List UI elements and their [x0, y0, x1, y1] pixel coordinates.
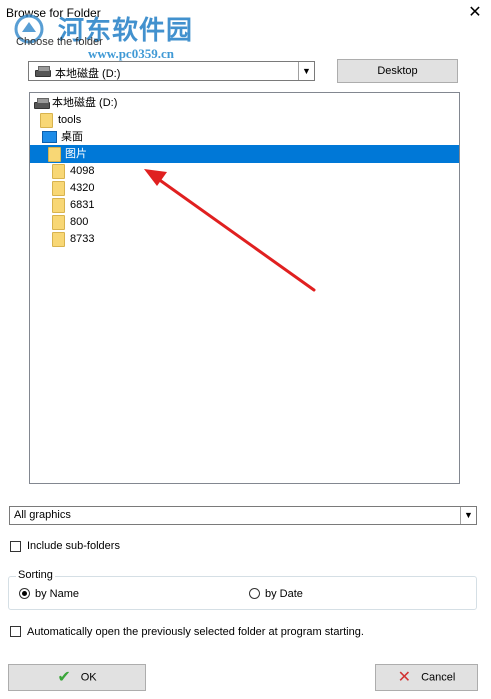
choose-folder-label: Choose the folder: [16, 36, 103, 48]
ok-button[interactable]: ✔ OK: [8, 664, 146, 691]
sort-by-name-label[interactable]: by Name: [35, 588, 79, 600]
tree-item-child[interactable]: 6831: [52, 197, 252, 214]
desktop-icon: [42, 131, 57, 143]
auto-open-label[interactable]: Automatically open the previously select…: [27, 626, 364, 638]
tree-item-tools[interactable]: tools: [40, 112, 340, 129]
drive-icon: [34, 98, 50, 109]
tree-item-child[interactable]: 4098: [52, 163, 252, 180]
folder-icon: [52, 215, 65, 230]
tree-item-label: 800: [70, 216, 89, 228]
close-button[interactable]: ✕: [462, 2, 488, 24]
sort-by-date-label[interactable]: by Date: [265, 588, 303, 600]
folder-icon: [48, 147, 61, 162]
tree-item-label: 图片: [65, 148, 87, 160]
watermark-url: www.pc0359.cn: [88, 46, 174, 61]
include-subfolders-checkbox[interactable]: [10, 541, 21, 552]
file-type-select[interactable]: All graphics ▼: [9, 506, 477, 525]
folder-icon: [52, 232, 65, 247]
sort-by-date-radio[interactable]: [249, 588, 260, 599]
desktop-button[interactable]: Desktop: [337, 59, 458, 83]
drive-select[interactable]: 本地磁盘 (D:) ▼: [28, 61, 315, 81]
tree-item-label: 4098: [70, 165, 95, 177]
x-icon: ✕: [397, 669, 412, 686]
folder-icon: [52, 198, 65, 213]
check-icon: ✔: [57, 669, 71, 686]
ok-button-label: OK: [80, 671, 97, 684]
drive-select-value: 本地磁盘 (D:): [55, 68, 121, 80]
file-type-value: All graphics: [14, 509, 71, 521]
tree-item-label: 4320: [70, 182, 95, 194]
chevron-down-icon[interactable]: ▼: [298, 62, 314, 80]
tree-item-child[interactable]: 8733: [52, 231, 252, 248]
chevron-down-icon[interactable]: ▼: [460, 507, 476, 524]
tree-item-desktop[interactable]: 桌面: [42, 129, 342, 146]
drive-icon: [35, 66, 51, 77]
tree-item-root-drive[interactable]: 本地磁盘 (D:): [34, 95, 334, 112]
sorting-legend: Sorting: [16, 569, 55, 581]
tree-item-child[interactable]: 800: [52, 214, 252, 231]
folder-icon: [40, 113, 53, 128]
tree-item-label: 桌面: [61, 131, 83, 143]
cancel-button[interactable]: ✕ Cancel: [375, 664, 478, 691]
cancel-button-label: Cancel: [421, 671, 456, 684]
sort-by-name-radio[interactable]: [19, 588, 30, 599]
tree-item-label: 本地磁盘 (D:): [52, 97, 118, 109]
folder-icon: [52, 164, 65, 179]
include-subfolders-label[interactable]: Include sub-folders: [27, 540, 120, 552]
tree-item-label: tools: [58, 114, 82, 126]
folder-tree[interactable]: 本地磁盘 (D:) tools 桌面 图片 4098 4320 6831 800…: [29, 92, 460, 484]
tree-item-label: 8733: [70, 233, 95, 245]
tree-item-selected-pictures[interactable]: 图片: [48, 146, 348, 163]
folder-icon: [52, 181, 65, 196]
tree-item-label: 6831: [70, 199, 95, 211]
tree-item-child[interactable]: 4320: [52, 180, 252, 197]
auto-open-checkbox[interactable]: [10, 626, 21, 637]
